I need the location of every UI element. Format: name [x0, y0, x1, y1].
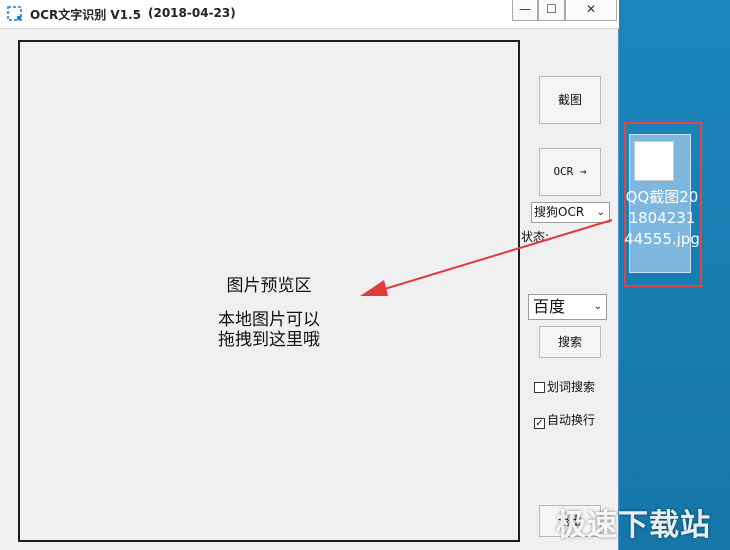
ocr-engine-value: 搜狗OCR [534, 205, 585, 219]
image-thumbnail-icon [634, 141, 674, 181]
word-search-checkbox[interactable] [534, 382, 545, 393]
search-site-value: 百度 [533, 297, 566, 316]
preview-hint-line1: 本地图片可以 [218, 310, 320, 330]
search-button[interactable]: 搜索 [539, 326, 601, 358]
desktop-file-highlight: QQ截图20180423144555.jpg [624, 122, 702, 287]
title-bar[interactable]: OCR文字识别 V1.5 (2018-04-23) — ☐ ✕ [0, 0, 619, 29]
ocr-button[interactable]: OCR → [539, 148, 601, 196]
close-button[interactable]: ✕ [565, 0, 617, 21]
minimize-button[interactable]: — [512, 0, 538, 21]
word-search-option[interactable]: 划词搜索 [534, 378, 596, 394]
word-search-label: 划词搜索 [547, 380, 596, 394]
app-window: OCR文字识别 V1.5 (2018-04-23) — ☐ ✕ 图片预览区 本地… [0, 0, 619, 550]
ocr-engine-select[interactable]: 搜狗OCR ⌄ [531, 202, 610, 223]
auto-wrap-label: 自动换行 [547, 413, 596, 427]
desktop-file-name: QQ截图20180423144555.jpg [624, 188, 700, 248]
auto-wrap-option[interactable]: ✓ 自动换行 [534, 411, 596, 429]
image-preview-area[interactable]: 图片预览区 本地图片可以 拖拽到这里哦 [18, 40, 520, 542]
watermark: 极速下载站 [556, 508, 711, 543]
window-date: (2018-04-23) [148, 6, 236, 20]
preview-hint: 本地图片可以 拖拽到这里哦 [20, 310, 518, 350]
app-icon [7, 6, 22, 21]
status-label: 状态: [521, 230, 550, 244]
preview-hint-line2: 拖拽到这里哦 [218, 330, 320, 350]
search-site-select[interactable]: 百度 ⌄ [528, 294, 607, 320]
chevron-down-icon: ⌄ [596, 207, 605, 218]
chevron-down-icon: ⌄ [593, 301, 602, 312]
maximize-button[interactable]: ☐ [538, 0, 565, 21]
desktop-file-icon[interactable]: QQ截图20180423144555.jpg [624, 134, 700, 273]
capture-button[interactable]: 截图 [539, 76, 601, 124]
window-title: OCR文字识别 V1.5 [30, 8, 141, 22]
auto-wrap-checkbox[interactable]: ✓ [534, 418, 545, 429]
preview-title: 图片预览区 [226, 276, 312, 296]
